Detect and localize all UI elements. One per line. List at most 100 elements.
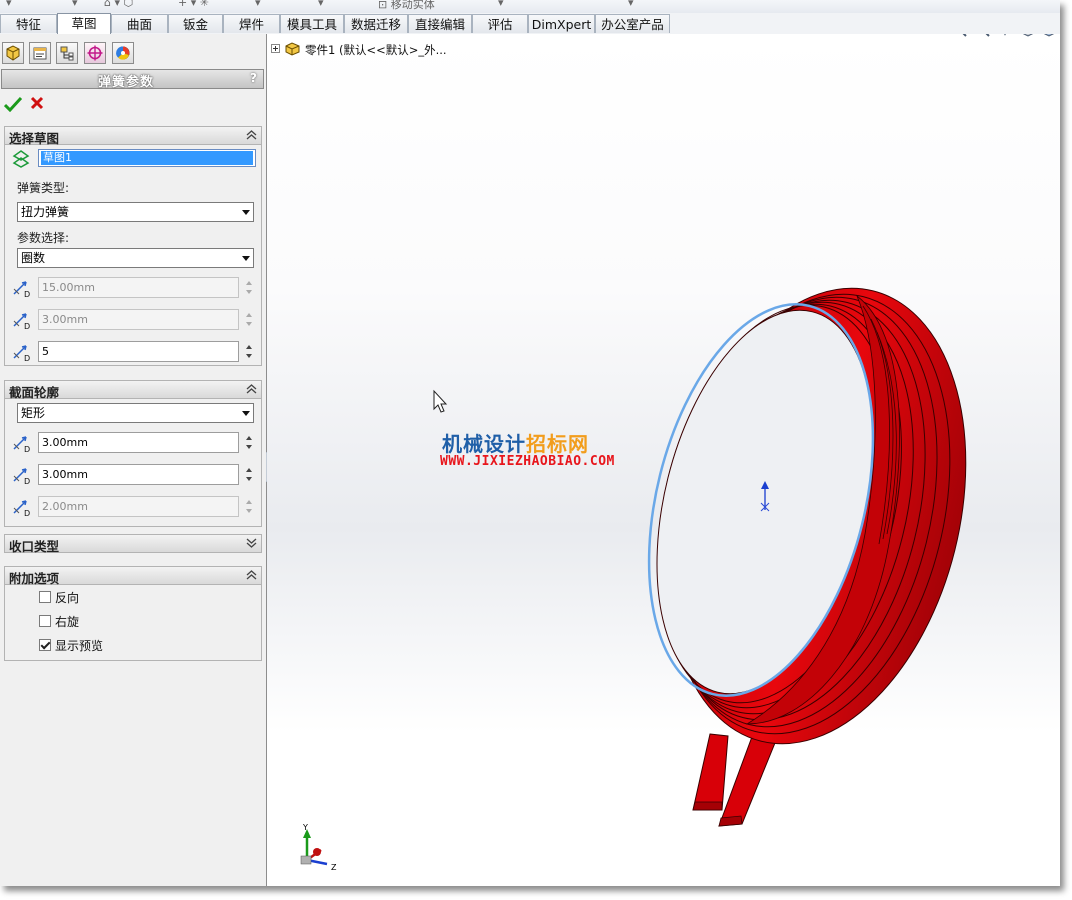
tab-weldments[interactable]: 焊件 xyxy=(223,14,280,33)
chevron-down-icon[interactable] xyxy=(246,537,257,549)
toolbar-dropdown-icon[interactable]: ▾ xyxy=(255,0,261,9)
spin-up-icon xyxy=(246,468,252,472)
selected-sketch-item[interactable]: 草图1 xyxy=(41,151,253,165)
spin-down-icon xyxy=(246,445,252,449)
height-dimension-icon: D xyxy=(13,468,30,486)
chevron-up-icon[interactable] xyxy=(246,129,257,141)
chevron-up-icon[interactable] xyxy=(246,383,257,395)
help-button[interactable]: ? xyxy=(250,71,257,85)
pitch-input[interactable]: 3.00mm xyxy=(38,309,239,330)
group-end-type: 收口类型 xyxy=(4,534,262,554)
chevron-down-icon xyxy=(242,411,250,416)
tab-data-migration[interactable]: 数据迁移 xyxy=(344,14,408,33)
property-manager-title: 弹簧参数 xyxy=(97,75,154,90)
manager-icon-tabs xyxy=(0,40,266,64)
sketch-selection-box[interactable]: 草图1 xyxy=(38,149,256,167)
svg-text:D: D xyxy=(24,322,30,331)
tab-sheet-metal[interactable]: 钣金 xyxy=(168,14,223,33)
ok-cancel-bar xyxy=(4,96,64,114)
chevron-down-icon xyxy=(242,210,250,215)
z-axis-label: Z xyxy=(331,863,337,872)
command-toolbar: ▾ ▾ ⌂ ▾ ⬡ + ▾ ✳ ▾ ▾ ⊡ 移动实体 ▾ ▾ xyxy=(0,0,1060,14)
group-extra-options: 附加选项 反向 右旋 显示预览 xyxy=(4,566,262,661)
tab-surfaces[interactable]: 曲面 xyxy=(111,14,168,33)
param-select-label: 参数选择: xyxy=(17,231,70,245)
width-dimension-icon: D xyxy=(13,436,30,454)
pitch-spinner[interactable] xyxy=(243,309,255,330)
solidworks-window: ▾ ▾ ⌂ ▾ ⬡ + ▾ ✳ ▾ ▾ ⊡ 移动实体 ▾ ▾ 特征 草图 曲面 … xyxy=(0,0,1060,886)
group-header-extra-options[interactable]: 附加选项 xyxy=(5,567,261,586)
toolbar-dropdown-icon[interactable]: ▾ xyxy=(318,0,324,9)
svg-text:D: D xyxy=(24,445,30,454)
toolbar-shape-icon[interactable]: ⌂ ▾ ⬡ xyxy=(104,0,133,9)
feature-manager-tab[interactable] xyxy=(2,42,24,64)
property-manager-panel: 弹簧参数 ? 选择草图 草图1 弹簧类型: 扭力弹簧 参数选择: 圈数 D 15… xyxy=(0,34,267,886)
ok-check-icon[interactable] xyxy=(4,96,22,112)
profile-height-input[interactable]: 3.00mm xyxy=(38,464,239,485)
outer-diameter-input[interactable]: 15.00mm xyxy=(38,277,239,298)
profile-height-spinner[interactable] xyxy=(243,464,255,485)
profile-shape-select[interactable]: 矩形 xyxy=(17,403,254,423)
spring-type-select[interactable]: 扭力弹簧 xyxy=(17,202,254,222)
tab-dimxpert[interactable]: DimXpert xyxy=(528,14,595,33)
pitch-dimension-icon: D xyxy=(13,313,30,331)
svg-text:D: D xyxy=(24,290,30,299)
move-entity-button[interactable]: ⊡ 移动实体 xyxy=(378,0,435,12)
chevron-down-icon xyxy=(242,256,250,261)
right-hand-label: 右旋 xyxy=(55,615,80,629)
property-manager-tab[interactable] xyxy=(29,42,51,64)
configuration-manager-tab[interactable] xyxy=(56,42,78,64)
profile-radius-spinner[interactable] xyxy=(243,496,255,517)
watermark-title-part1: 机械设计 xyxy=(442,432,526,456)
diameter-dimension-icon: D xyxy=(13,281,30,299)
graphics-viewport[interactable]: 零件1 (默认<<默认>_外... Y Z 机械设计招标网 WWW.JIXIEZ… xyxy=(267,34,1060,886)
profile-width-spinner[interactable] xyxy=(243,432,255,453)
reverse-checkbox[interactable] xyxy=(39,591,51,603)
spin-down-icon xyxy=(246,290,252,294)
toolbar-dropdown-icon[interactable]: ▾ xyxy=(72,0,78,9)
dimxpert-manager-tab[interactable] xyxy=(84,42,106,64)
toolbar-dropdown-icon[interactable]: ▾ xyxy=(628,0,634,9)
svg-text:D: D xyxy=(24,477,30,486)
move-entity-label: 移动实体 xyxy=(390,0,435,11)
group-header-section-profile[interactable]: 截面轮廓 xyxy=(5,381,261,400)
y-axis-label: Y xyxy=(303,823,308,832)
chevron-up-icon[interactable] xyxy=(246,569,257,581)
param-select[interactable]: 圈数 xyxy=(17,248,254,268)
tab-evaluate[interactable]: 评估 xyxy=(472,14,528,33)
reverse-label: 反向 xyxy=(55,591,80,605)
cancel-x-icon[interactable] xyxy=(30,96,44,110)
watermark-url: WWW.JIXIEZHAOBIAO.COM xyxy=(440,454,615,469)
profile-width-input[interactable]: 3.00mm xyxy=(38,432,239,453)
group-header-end-type[interactable]: 收口类型 xyxy=(5,535,261,554)
outer-diameter-spinner[interactable] xyxy=(243,277,255,298)
group-header-select-sketch[interactable]: 选择草图 xyxy=(5,127,261,146)
watermark-title: 机械设计招标网 xyxy=(442,428,589,457)
spin-up-icon xyxy=(246,313,252,317)
toolbar-dropdown-icon[interactable]: + ▾ ✳ xyxy=(178,0,209,9)
display-manager-tab[interactable] xyxy=(112,42,134,64)
spin-up-icon xyxy=(246,500,252,504)
right-hand-checkbox[interactable] xyxy=(39,615,51,627)
spring-type-label: 弹簧类型: xyxy=(17,181,70,195)
show-preview-checkbox[interactable] xyxy=(39,639,51,651)
toolbar-dropdown-icon[interactable]: ▾ xyxy=(6,0,12,9)
group-title: 附加选项 xyxy=(9,571,60,586)
toolbar-dropdown-icon[interactable]: ▾ xyxy=(498,0,504,9)
configuration-icon xyxy=(60,46,74,61)
turns-spinner[interactable] xyxy=(243,341,255,362)
tab-office-products[interactable]: 办公室产品 xyxy=(595,14,670,33)
watermark-title-part2: 招标网 xyxy=(526,432,589,456)
svg-text:D: D xyxy=(24,509,30,518)
move-entity-icon: ⊡ xyxy=(378,0,388,11)
profile-radius-input[interactable]: 2.00mm xyxy=(38,496,239,517)
torsion-spring-model[interactable] xyxy=(267,34,1060,886)
fillet-dimension-icon: D xyxy=(13,500,30,518)
tab-direct-editing[interactable]: 直接编辑 xyxy=(408,14,472,33)
turns-input[interactable]: 5 xyxy=(38,341,239,362)
tab-features[interactable]: 特征 xyxy=(0,14,57,33)
tab-sketch[interactable]: 草图 xyxy=(57,13,111,34)
spring-type-value: 扭力弹簧 xyxy=(21,205,70,219)
tab-mold-tools[interactable]: 模具工具 xyxy=(280,14,344,33)
spin-down-icon xyxy=(246,509,252,513)
